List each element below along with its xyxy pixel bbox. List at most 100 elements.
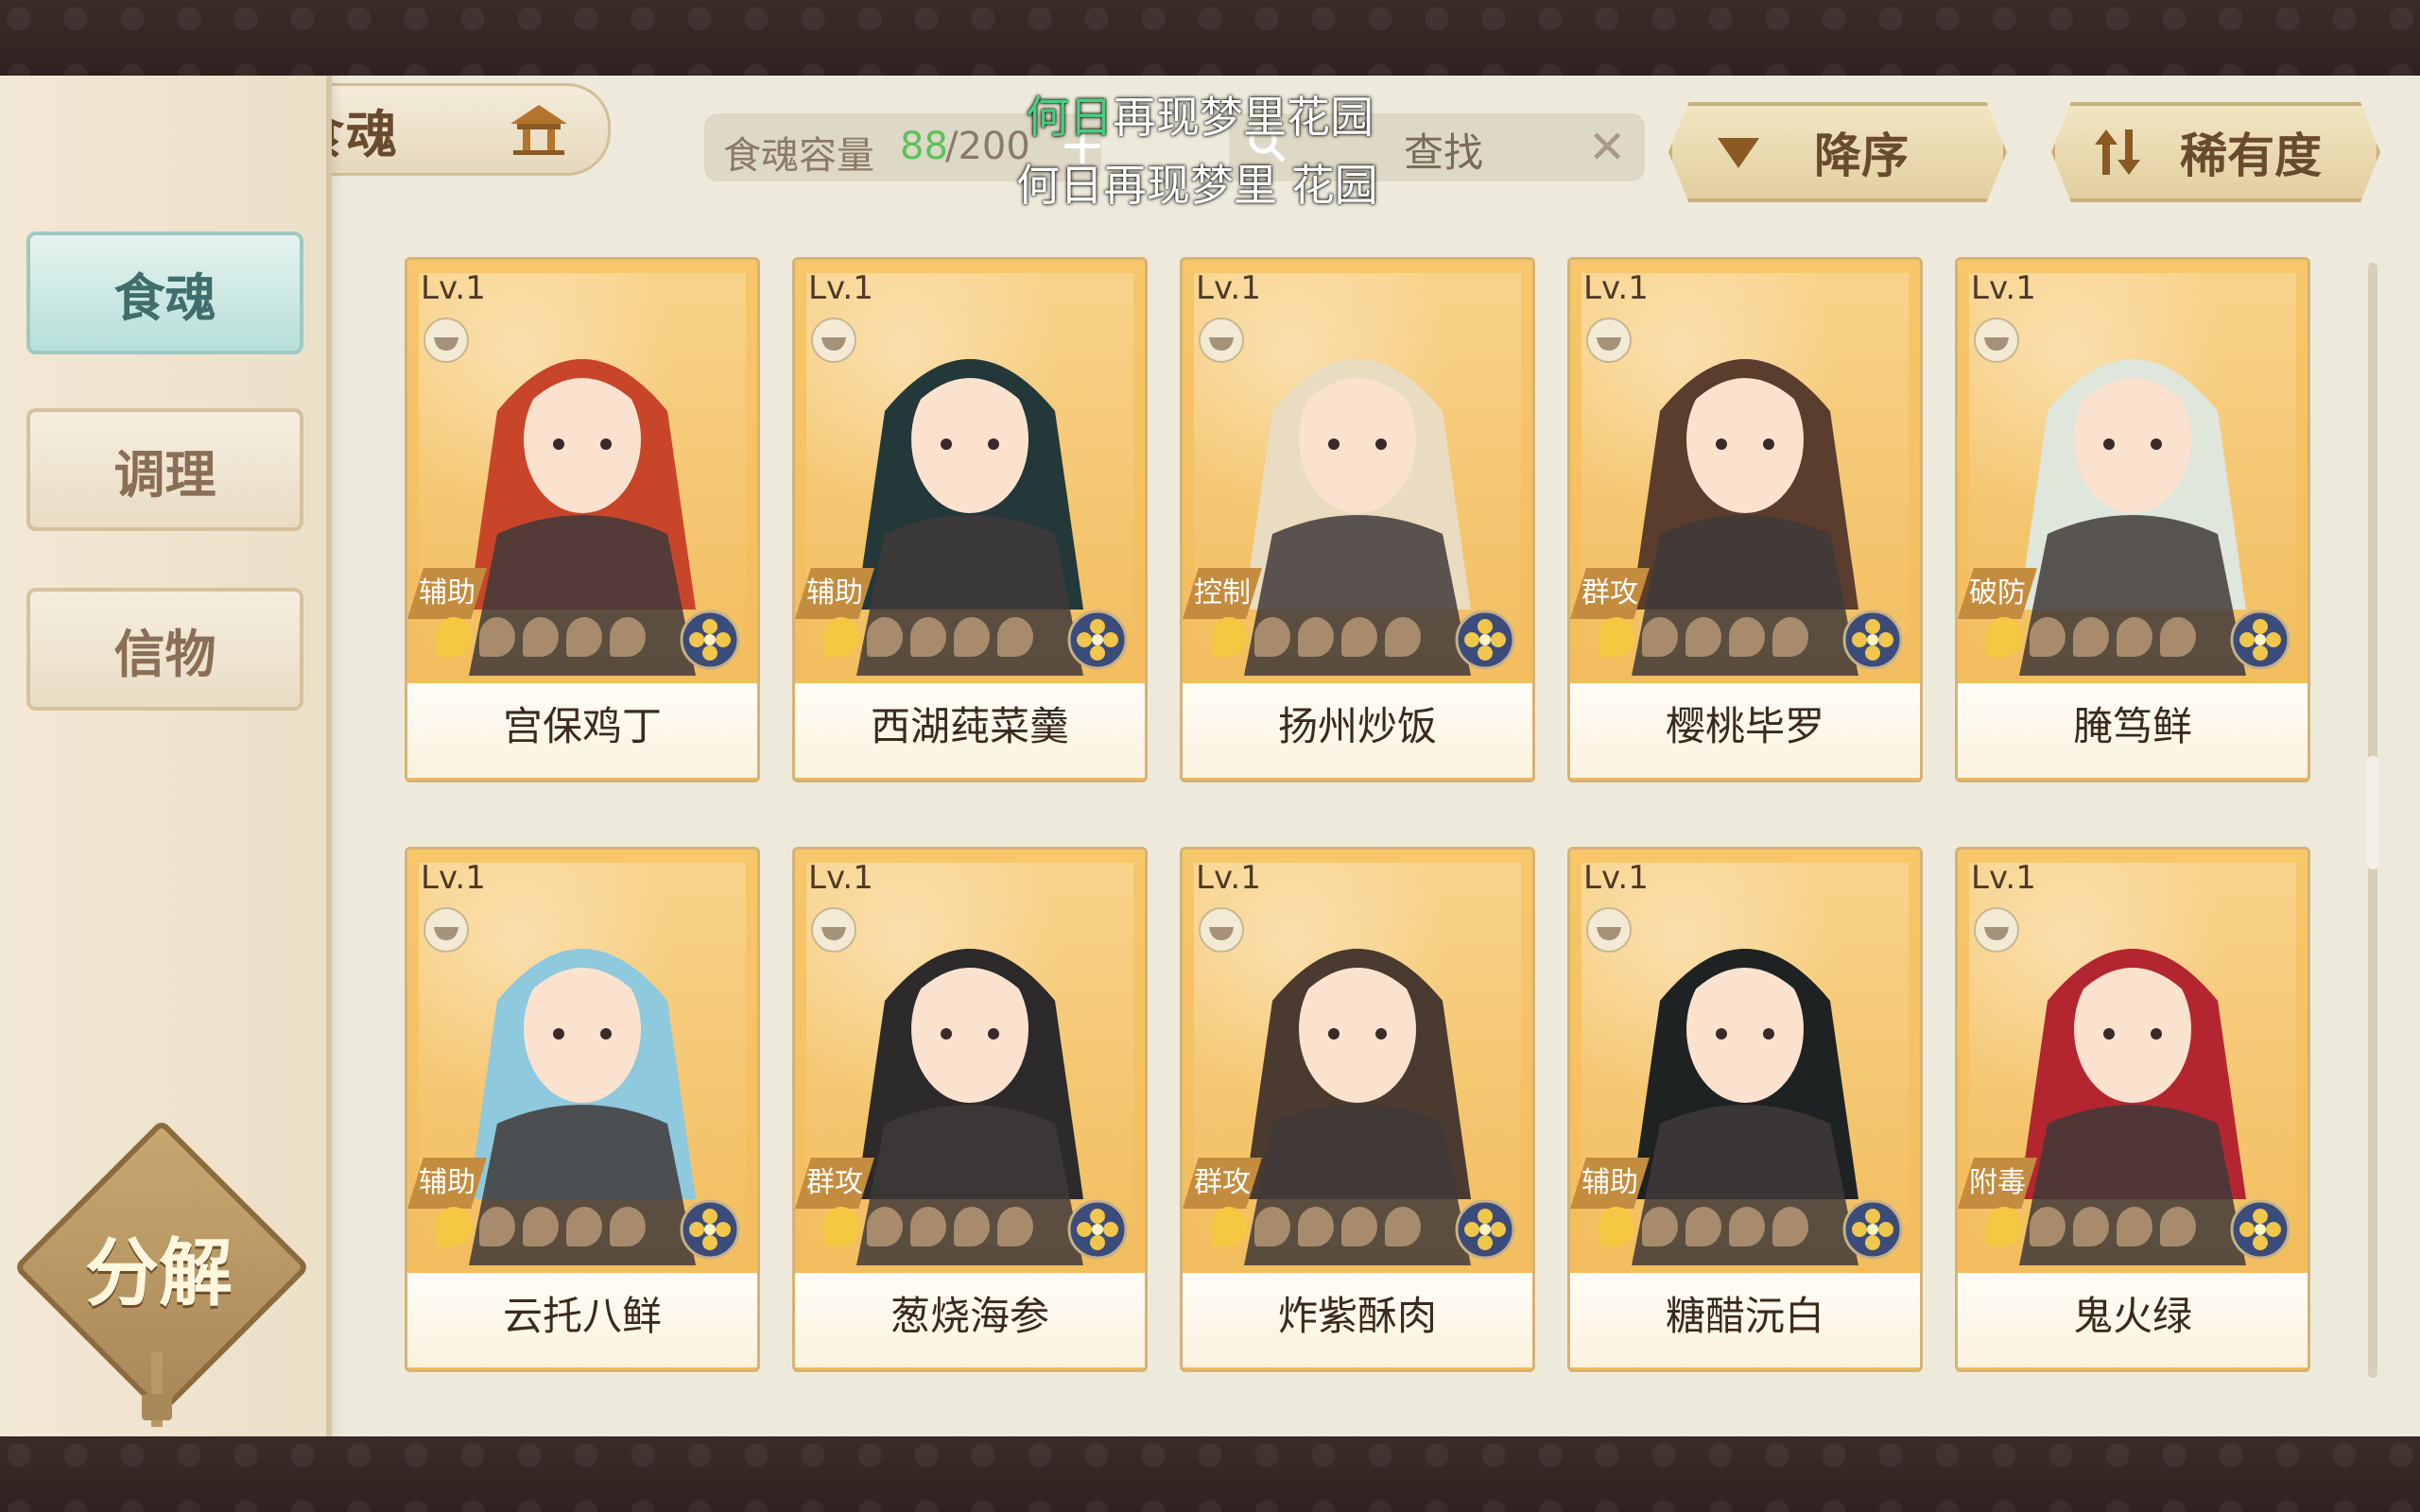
flame-star-icon bbox=[1986, 617, 2022, 657]
bowl-icon bbox=[1586, 907, 1632, 953]
food-soul-name: 宫保鸡丁 bbox=[502, 703, 662, 749]
flame-star-icon bbox=[1254, 617, 1290, 657]
food-soul-name: 鬼火绿 bbox=[2072, 1293, 2192, 1339]
food-soul-card[interactable]: Lv.1 辅助 西湖莼菜羹 bbox=[792, 257, 1148, 782]
flame-star-icon bbox=[436, 1207, 472, 1246]
food-soul-card[interactable]: Lv.1 辅助 宫保鸡丁 bbox=[405, 257, 760, 782]
food-soul-card[interactable]: Lv.1 群攻 炸紫酥肉 bbox=[1180, 847, 1535, 1372]
food-soul-card[interactable]: Lv.1 破防 腌笃鲜 bbox=[1955, 257, 2310, 782]
flame-star-icon bbox=[2117, 617, 2152, 657]
pavilion-icon[interactable] bbox=[506, 100, 572, 157]
flower-element-icon bbox=[1842, 610, 1903, 670]
triangle-down-icon bbox=[1718, 138, 1759, 168]
flower-element-icon bbox=[1067, 610, 1128, 670]
food-soul-name: 炸紫酥肉 bbox=[1277, 1293, 1437, 1339]
food-soul-name: 云托八鲜 bbox=[502, 1293, 662, 1339]
capacity-used: 88 bbox=[900, 125, 948, 168]
food-soul-name: 樱桃毕罗 bbox=[1665, 703, 1824, 749]
flame-star-icon bbox=[610, 617, 646, 657]
flame-star-icon bbox=[1642, 617, 1678, 657]
star-rating bbox=[1211, 1207, 1421, 1254]
star-rating bbox=[1599, 1207, 1808, 1254]
flower-element-icon bbox=[2230, 610, 2290, 670]
food-soul-card[interactable]: Lv.1 群攻 葱烧海参 bbox=[792, 847, 1148, 1372]
food-soul-card[interactable]: Lv.1 附毒 鬼火绿 bbox=[1955, 847, 2310, 1372]
level-label: Lv.1 bbox=[1583, 859, 1649, 897]
tab-conditioning[interactable]: 调理 bbox=[26, 408, 303, 531]
flame-star-icon bbox=[1772, 1207, 1808, 1246]
tassel-knot bbox=[142, 1394, 172, 1420]
food-soul-name: 腌笃鲜 bbox=[2072, 703, 2192, 749]
flame-star-icon bbox=[566, 1207, 602, 1246]
sort-key-button[interactable]: 稀有度 bbox=[2051, 102, 2380, 202]
flame-star-icon bbox=[1599, 617, 1634, 657]
subtitle-line-2: 何日再现梦里 花园 bbox=[1016, 160, 1378, 211]
search-placeholder: 查找 bbox=[1404, 129, 1484, 176]
flame-star-icon bbox=[523, 617, 559, 657]
food-soul-name: 西湖莼菜羹 bbox=[870, 703, 1069, 749]
bowl-icon bbox=[811, 318, 856, 363]
flame-star-icon bbox=[867, 617, 903, 657]
flame-star-icon bbox=[954, 1207, 990, 1246]
top-frame-border bbox=[0, 0, 2420, 76]
level-label: Lv.1 bbox=[421, 269, 486, 307]
subtitle-rest: 再现梦里花园 bbox=[1113, 92, 1374, 143]
flame-star-icon bbox=[2160, 1207, 2196, 1246]
food-soul-card[interactable]: Lv.1 群攻 樱桃毕罗 bbox=[1567, 257, 1923, 782]
flame-star-icon bbox=[1298, 617, 1334, 657]
level-label: Lv.1 bbox=[1196, 859, 1261, 897]
bowl-icon bbox=[1974, 907, 2019, 953]
flame-star-icon bbox=[610, 1207, 646, 1246]
level-label: Lv.1 bbox=[808, 859, 873, 897]
star-rating bbox=[1211, 617, 1421, 664]
level-label: Lv.1 bbox=[808, 269, 873, 307]
flame-star-icon bbox=[2160, 617, 2196, 657]
star-rating bbox=[1599, 617, 1808, 664]
flame-star-icon bbox=[823, 1207, 859, 1246]
flame-star-icon bbox=[910, 617, 946, 657]
decompose-label: 分解 bbox=[84, 1231, 233, 1316]
flame-star-icon bbox=[523, 1207, 559, 1246]
flame-star-icon bbox=[479, 1207, 515, 1246]
subtitle-line-1: 何日再现梦里花园 bbox=[1026, 83, 1374, 146]
flame-star-icon bbox=[1685, 1207, 1721, 1246]
close-icon[interactable]: ✕ bbox=[1588, 121, 1626, 174]
star-rating bbox=[436, 617, 646, 664]
flame-star-icon bbox=[1729, 1207, 1765, 1246]
tab-food-souls[interactable]: 食魂 bbox=[26, 232, 303, 354]
food-soul-name: 扬州炒饭 bbox=[1277, 703, 1437, 749]
flame-star-icon bbox=[1599, 1207, 1634, 1246]
flame-star-icon bbox=[1685, 617, 1721, 657]
bowl-icon bbox=[1586, 318, 1632, 363]
flower-element-icon bbox=[2230, 1199, 2290, 1260]
level-label: Lv.1 bbox=[1196, 269, 1261, 307]
flame-star-icon bbox=[910, 1207, 946, 1246]
flower-element-icon bbox=[1842, 1199, 1903, 1260]
star-rating bbox=[1986, 617, 2196, 664]
sort-order-button[interactable]: 降序 bbox=[1668, 102, 2007, 202]
bowl-icon bbox=[424, 907, 469, 953]
flame-star-icon bbox=[2073, 617, 2109, 657]
star-rating bbox=[823, 1207, 1033, 1254]
star-rating bbox=[436, 1207, 646, 1254]
food-soul-card[interactable]: Lv.1 辅助 云托八鲜 bbox=[405, 847, 760, 1372]
food-soul-card[interactable]: Lv.1 辅助 糖醋沅白 bbox=[1567, 847, 1923, 1372]
flame-star-icon bbox=[2073, 1207, 2109, 1246]
flame-star-icon bbox=[1642, 1207, 1678, 1246]
food-soul-card[interactable]: Lv.1 控制 扬州炒饭 bbox=[1180, 257, 1535, 782]
scrollbar-thumb[interactable] bbox=[2366, 756, 2379, 869]
tab-tokens[interactable]: 信物 bbox=[26, 588, 303, 711]
flower-element-icon bbox=[1455, 610, 1515, 670]
flame-star-icon bbox=[1729, 617, 1765, 657]
flame-star-icon bbox=[479, 617, 515, 657]
flame-star-icon bbox=[1341, 1207, 1377, 1246]
flower-element-icon bbox=[1455, 1199, 1515, 1260]
bowl-icon bbox=[424, 318, 469, 363]
flame-star-icon bbox=[867, 1207, 903, 1246]
flame-star-icon bbox=[1772, 617, 1808, 657]
flame-star-icon bbox=[1341, 617, 1377, 657]
level-label: Lv.1 bbox=[1971, 269, 2036, 307]
flame-star-icon bbox=[823, 617, 859, 657]
swap-arrows-icon bbox=[2095, 129, 2140, 175]
flame-star-icon bbox=[1385, 617, 1421, 657]
